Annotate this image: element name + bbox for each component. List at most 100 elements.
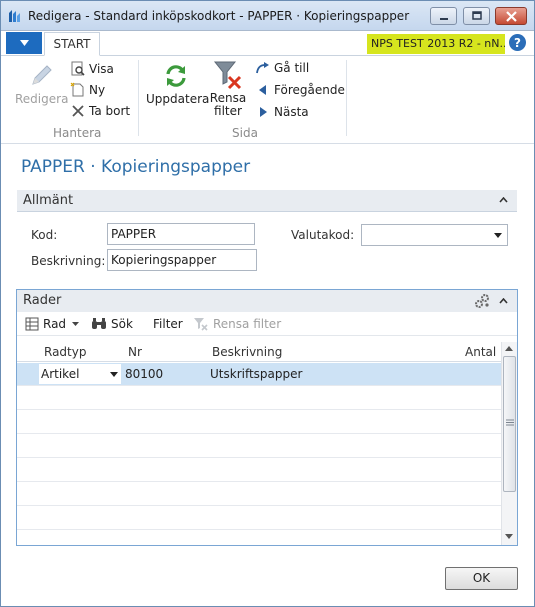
chevron-up-icon[interactable] (499, 197, 508, 203)
goto-arrow-icon (255, 60, 271, 76)
next-button-label: Nästa (274, 105, 309, 119)
ribbon-separator (346, 60, 347, 136)
beskrivning-field[interactable]: Kopieringspapper (107, 249, 257, 271)
clear-filter-icon (194, 318, 208, 331)
pencil-icon (32, 65, 52, 85)
view-document-icon (70, 61, 86, 77)
column-header-beskrivning[interactable]: Beskrivning (212, 345, 282, 359)
grip-icon (506, 419, 514, 426)
close-icon (505, 10, 517, 22)
environment-badge: NPS TEST 2013 R2 - nN... (367, 34, 505, 54)
group-label-hantera: Hantera (53, 126, 102, 140)
table-row (17, 411, 501, 434)
new-button[interactable]: Ny (70, 81, 105, 99)
binoculars-icon (92, 318, 106, 329)
clear-filter-label-line2: filter (214, 104, 242, 118)
column-header-antal[interactable]: Antal (465, 345, 496, 359)
lines-part: Rader Rad Sök Filter Rensa filter Radtyp… (16, 289, 518, 546)
nr-cell[interactable]: 80100 (125, 367, 163, 381)
clear-filter-button[interactable]: Rensa filter (208, 60, 248, 118)
beskrivning-label: Beskrivning: (31, 254, 106, 268)
valutakod-label: Valutakod: (291, 228, 355, 242)
group-label-sida: Sida (232, 126, 258, 140)
maximize-button[interactable] (463, 7, 490, 25)
search-button[interactable]: Sök (91, 316, 133, 332)
previous-button[interactable]: Föregående (255, 81, 345, 99)
lines-clear-filter-label: Rensa filter (213, 317, 282, 331)
view-button-label: Visa (89, 62, 114, 76)
table-row (17, 483, 501, 506)
goto-button[interactable]: Gå till (255, 59, 309, 77)
window-title: Redigera - Standard inköpskodkort - PAPP… (28, 9, 410, 23)
vertical-scrollbar[interactable] (501, 342, 517, 545)
new-document-icon (70, 82, 86, 98)
goto-button-label: Gå till (274, 61, 310, 75)
row-marker-icon (20, 366, 28, 382)
refresh-button-label: Uppdatera (146, 92, 210, 106)
title-bar: Redigera - Standard inköpskodkort - PAPP… (1, 1, 534, 31)
dropdown-arrow-icon[interactable] (110, 372, 118, 377)
edit-button[interactable]: Redigera (15, 62, 69, 106)
radtyp-cell-editor[interactable]: Artikel (39, 364, 121, 384)
grid-rows-icon (25, 317, 39, 331)
chevron-up-icon[interactable] (499, 298, 508, 304)
clear-filter-icon (213, 61, 242, 90)
table-row (17, 507, 501, 530)
scroll-down-arrow-icon[interactable] (505, 534, 513, 539)
lines-header[interactable]: Rader (17, 290, 517, 312)
triangle-left-icon (255, 82, 271, 98)
beskrivning-cell[interactable]: Utskriftspapper (210, 367, 302, 381)
fasttab-general-title: Allmänt (23, 193, 74, 208)
radtyp-cell: Artikel (41, 367, 80, 381)
scroll-up-arrow-icon[interactable] (505, 346, 513, 351)
rad-menu-label: Rad (43, 317, 67, 331)
search-button-label: Sök (111, 317, 133, 331)
table-row[interactable]: Artikel 80100 Utskriftspapper (17, 363, 501, 386)
valutakod-dropdown[interactable] (361, 224, 508, 246)
delete-button-label: Ta bort (89, 104, 131, 118)
table-row (17, 387, 501, 410)
caret-down-icon (72, 322, 80, 326)
table-row (17, 435, 501, 458)
filter-button-label: Filter (153, 317, 183, 331)
application-menu-button[interactable] (6, 32, 42, 54)
dynamics-nav-logo-icon (9, 10, 20, 22)
kod-field[interactable]: PAPPER (107, 223, 255, 245)
column-header-nr[interactable]: Nr (128, 345, 142, 359)
next-button[interactable]: Nästa (255, 103, 309, 121)
rad-menu-button[interactable]: Rad (25, 316, 80, 332)
refresh-icon (166, 65, 186, 87)
edit-button-label: Redigera (15, 92, 69, 106)
tab-start[interactable]: START (44, 32, 100, 56)
lines-grid-header: Radtyp Nr Beskrivning Antal (17, 342, 501, 362)
triangle-right-icon (255, 104, 271, 120)
help-icon[interactable]: ? (509, 34, 526, 51)
close-button[interactable] (495, 7, 527, 25)
fasttab-general-header[interactable]: Allmänt (17, 190, 517, 212)
dropdown-arrow-icon (494, 233, 502, 238)
maximize-icon (471, 11, 482, 20)
new-button-label: Ny (89, 83, 106, 97)
previous-button-label: Föregående (274, 83, 345, 97)
kod-label: Kod: (31, 228, 58, 242)
page-title: PAPPER · Kopieringspapper (21, 157, 251, 177)
scrollbar-thumb[interactable] (503, 356, 516, 492)
lines-title: Rader (23, 293, 62, 308)
minimize-button[interactable] (430, 7, 457, 25)
lines-clear-filter-button[interactable]: Rensa filter (193, 316, 281, 332)
ok-button[interactable]: OK (445, 567, 518, 590)
delete-x-icon (70, 103, 86, 119)
table-row (17, 459, 501, 482)
refresh-button[interactable]: Uppdatera (146, 62, 210, 106)
view-button[interactable]: Visa (70, 60, 114, 78)
column-header-radtyp[interactable]: Radtyp (44, 345, 86, 359)
ribbon-tab-row: START NPS TEST 2013 R2 - nN... ? (1, 32, 534, 56)
lines-toolbar: Rad Sök Filter Rensa filter (17, 312, 517, 336)
caret-down-icon (19, 40, 29, 46)
filter-button[interactable]: Filter (153, 316, 183, 332)
ribbon: Redigera Visa Ny Ta bort Hantera Uppdate… (1, 56, 534, 144)
ribbon-separator (138, 60, 139, 136)
delete-button[interactable]: Ta bort (70, 102, 130, 120)
gear-cluster-icon[interactable] (474, 293, 490, 309)
minimize-icon (439, 18, 448, 20)
